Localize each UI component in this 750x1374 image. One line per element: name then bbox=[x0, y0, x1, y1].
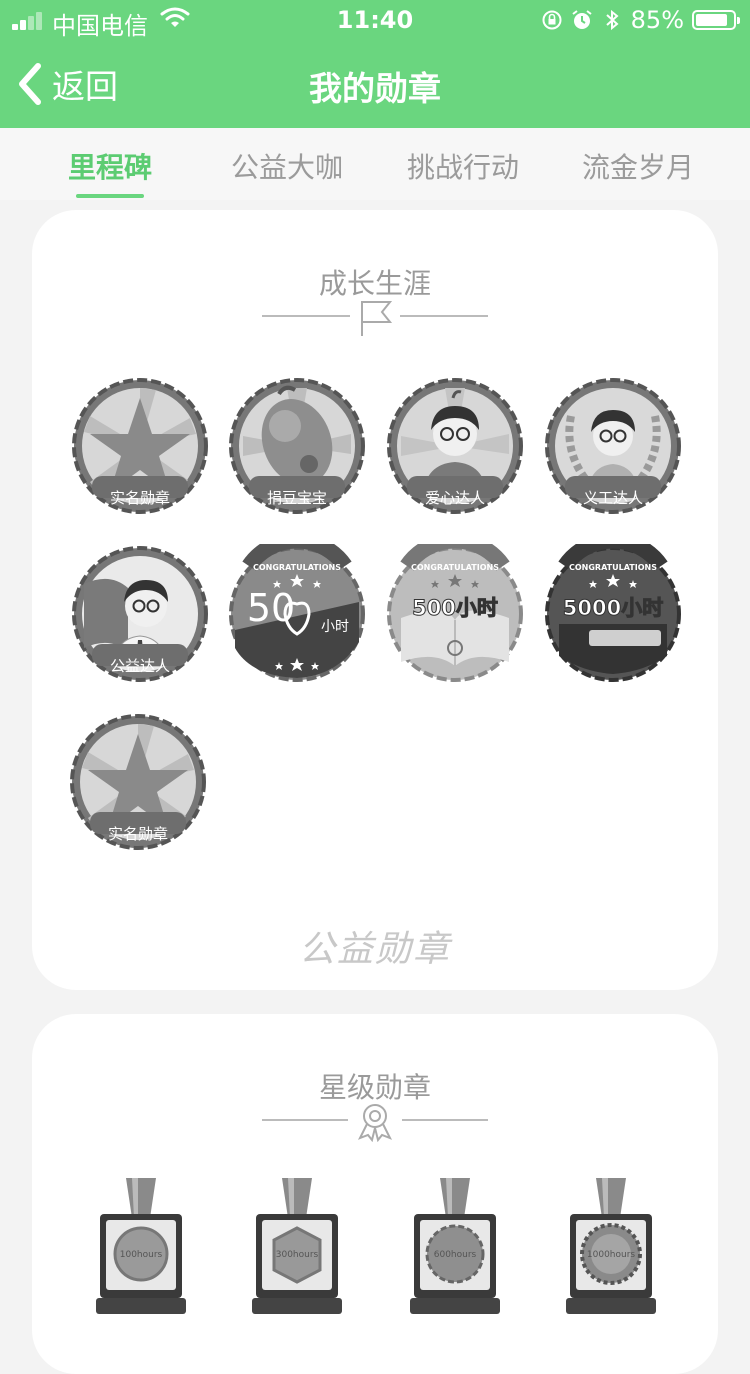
badge-caring-person[interactable]: 爱心达人 bbox=[385, 376, 525, 516]
star-level-card: 星级勋章 100hours 300hours 600hours 1000hour… bbox=[32, 1014, 718, 1374]
award-ribbon-divider-icon bbox=[262, 1104, 488, 1142]
status-bar: 中国电信 11:40 85% bbox=[0, 0, 750, 40]
volunteer-laurel-badge-icon bbox=[545, 378, 681, 514]
badge-charity-person[interactable]: 公益达人 bbox=[70, 544, 210, 684]
bean-baby-badge-icon bbox=[229, 378, 365, 514]
svg-text:CONGRATULATIONS: CONGRATULATIONS bbox=[569, 563, 657, 572]
star-badge-icon bbox=[72, 378, 208, 514]
badge-500-hours[interactable]: CONGRATULATIONS 500小时 bbox=[385, 544, 525, 684]
career-title: 成长生涯 bbox=[318, 267, 431, 300]
medal-100-hours[interactable]: 100hours bbox=[96, 1178, 186, 1328]
medal-600-hours[interactable]: 600hours bbox=[410, 1178, 500, 1328]
career-card: 成长生涯 实名勋章 捐豆宝宝 爱心达人 义工达人 公益达人 CONGRATULA… bbox=[32, 210, 718, 990]
rotation-lock-icon bbox=[542, 10, 562, 30]
svg-text:CONGRATULATIONS: CONGRATULATIONS bbox=[253, 563, 341, 572]
tab-golden-years[interactable]: 流金岁月 bbox=[548, 146, 728, 186]
medal-1000-hours[interactable]: 1000hours bbox=[566, 1178, 656, 1328]
back-label: 返回 bbox=[52, 67, 118, 106]
star-level-title: 星级勋章 bbox=[318, 1071, 431, 1104]
medal-300-hours[interactable]: 300hours bbox=[252, 1178, 342, 1328]
charity-medal-logo: 公益勋章 bbox=[298, 929, 451, 970]
battery-percent: 85% bbox=[630, 6, 684, 34]
flag-divider-icon bbox=[262, 301, 488, 336]
active-tab-indicator bbox=[76, 194, 144, 198]
tab-charity-star[interactable]: 公益大咖 bbox=[197, 146, 377, 186]
badge-volunteer[interactable]: 义工达人 bbox=[543, 376, 683, 516]
star-badge-icon bbox=[70, 714, 206, 850]
chevron-left-icon bbox=[19, 63, 41, 105]
alarm-icon bbox=[572, 10, 592, 29]
badge-50-hours[interactable]: CONGRATULATIONS 50 小时 bbox=[227, 544, 367, 684]
svg-text:CONGRATULATIONS: CONGRATULATIONS bbox=[411, 563, 499, 572]
badge-real-name-2[interactable]: 实名勋章 bbox=[68, 712, 208, 852]
top-bar: 中国电信 11:40 85% 返回 我的勋章 bbox=[0, 0, 750, 128]
badge-bean-baby[interactable]: 捐豆宝宝 bbox=[227, 376, 367, 516]
medal-300-hours-icon bbox=[252, 1178, 342, 1314]
heart-50-hours-badge-icon: CONGRATULATIONS bbox=[229, 544, 365, 682]
charity-flag-badge-icon bbox=[72, 546, 208, 682]
tab-milestone[interactable]: 里程碑 bbox=[20, 146, 200, 186]
book-5000-hours-badge-icon: CONGRATULATIONS bbox=[545, 544, 681, 682]
medal-100-hours-icon bbox=[96, 1178, 186, 1314]
caring-person-badge-icon bbox=[387, 378, 523, 514]
medal-1000-hours-icon bbox=[566, 1178, 656, 1314]
back-button[interactable]: 返回 bbox=[14, 58, 118, 110]
badge-5000-hours[interactable]: CONGRATULATIONS 5000小时 bbox=[543, 544, 683, 684]
bluetooth-icon bbox=[605, 9, 619, 31]
battery-icon bbox=[692, 10, 740, 30]
tab-challenge[interactable]: 挑战行动 bbox=[373, 146, 553, 186]
nav-bar: 返回 我的勋章 bbox=[0, 40, 750, 128]
tab-bar: 里程碑 公益大咖 挑战行动 流金岁月 bbox=[0, 128, 750, 200]
badge-real-name[interactable]: 实名勋章 bbox=[70, 376, 210, 516]
medal-600-hours-icon bbox=[410, 1178, 500, 1314]
status-right-cluster: 85% bbox=[541, 5, 740, 35]
book-500-hours-badge-icon: CONGRATULATIONS bbox=[387, 544, 523, 682]
